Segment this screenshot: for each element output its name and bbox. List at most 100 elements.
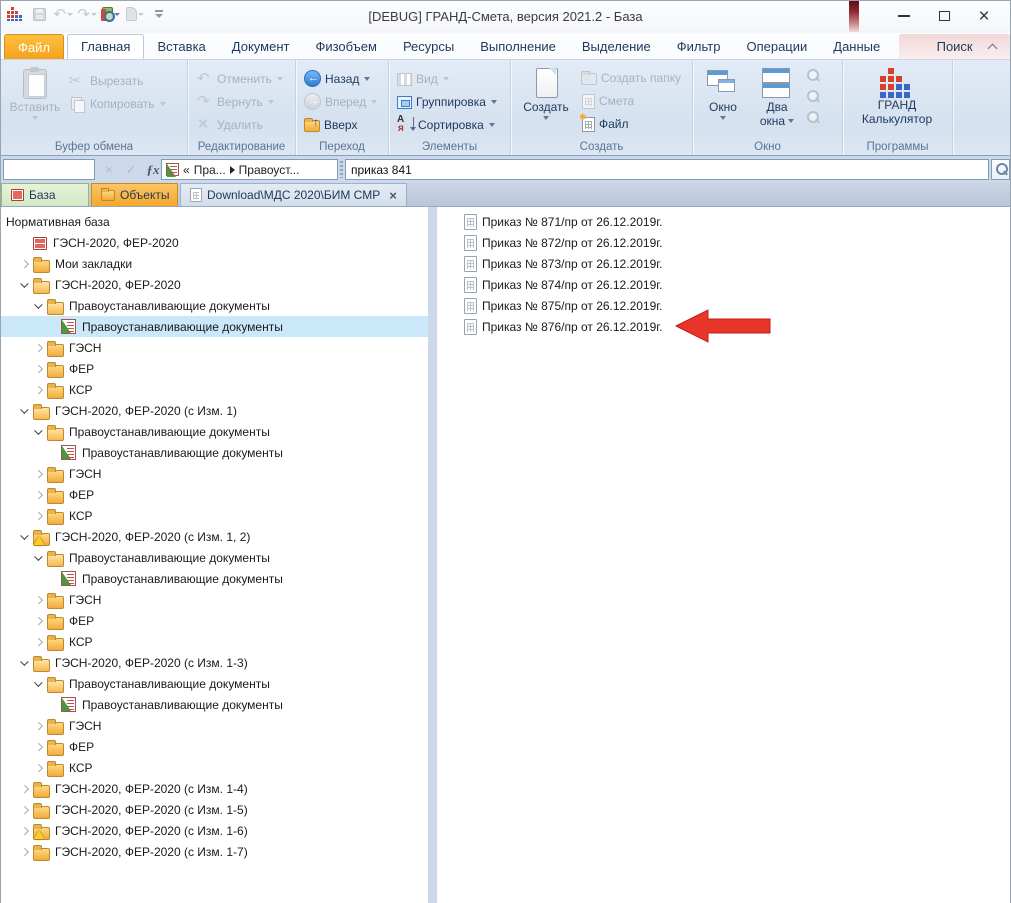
tree-item[interactable]: ФЕР [1, 610, 428, 631]
chevron-right-icon[interactable] [33, 384, 44, 395]
function-icon[interactable]: ƒx [143, 159, 163, 180]
accept-entry-icon[interactable]: ✓ [121, 159, 141, 180]
tree-item[interactable]: Мои закладки [1, 253, 428, 274]
search-input[interactable]: приказ 841 [345, 159, 989, 180]
tree-item[interactable]: КСР [1, 631, 428, 652]
ribbon-tab-Выделение[interactable]: Выделение [569, 34, 664, 59]
copy-button[interactable]: Копировать [65, 92, 170, 115]
chevron-right-icon[interactable] [33, 594, 44, 605]
chevron-right-icon[interactable] [33, 720, 44, 731]
chevron-down-icon[interactable] [19, 279, 30, 290]
tree-item[interactable]: ГЭСН-2020, ФЕР-2020 (с Изм. 1-7) [1, 841, 428, 862]
chevron-down-icon[interactable] [33, 426, 44, 437]
tree-item[interactable]: ФЕР [1, 358, 428, 379]
ribbon-tab-Фильтр[interactable]: Фильтр [664, 34, 734, 59]
breadcrumb[interactable]: « Пра... Правоуст... [161, 159, 338, 180]
list-item[interactable]: Приказ № 872/пр от 26.12.2019г. [437, 232, 1010, 253]
grouping-button[interactable]: Группировка [393, 90, 507, 113]
up-button[interactable]: Вверх [300, 113, 385, 136]
tree-item[interactable]: Правоустанавливающие документы [1, 673, 428, 694]
chevron-down-icon[interactable] [33, 552, 44, 563]
tree-item[interactable]: ФЕР [1, 736, 428, 757]
search-button[interactable] [991, 159, 1010, 180]
chevron-right-icon[interactable] [33, 762, 44, 773]
chevron-right-icon[interactable] [33, 636, 44, 647]
minimize-button[interactable] [884, 3, 924, 29]
ribbon-tab-Выполнение[interactable]: Выполнение [467, 34, 569, 59]
cancel-entry-icon[interactable]: × [99, 159, 119, 180]
close-tab-icon[interactable]: × [389, 188, 397, 203]
doc-tab-document[interactable]: Download\МДС 2020\БИМ СМР × [180, 183, 407, 206]
zoom-tool-icon[interactable] [805, 68, 820, 83]
chevron-right-icon[interactable] [19, 825, 30, 836]
breadcrumb-current[interactable]: Правоуст... [239, 163, 300, 177]
chevron-right-icon[interactable] [33, 741, 44, 752]
tree-item[interactable]: ГЭСН-2020, ФЕР-2020 (с Изм. 1, 2) [1, 526, 428, 547]
ribbon-tab-Данные[interactable]: Данные [820, 34, 893, 59]
collapse-ribbon-icon[interactable] [986, 41, 1000, 53]
tree-item[interactable]: ГЭСН-2020, ФЕР-2020 (с Изм. 1) [1, 400, 428, 421]
tree-item[interactable]: ГЭСН-2020, ФЕР-2020 [1, 274, 428, 295]
ribbon-tab-Физобъем[interactable]: Физобъем [302, 34, 390, 59]
breadcrumb-prev[interactable]: Пра... [194, 163, 226, 177]
panel-splitter[interactable] [428, 207, 437, 903]
delete-button[interactable]: Удалить [192, 113, 292, 136]
window-button[interactable]: Окно [697, 63, 749, 139]
tree-item[interactable]: ГЭСН-2020, ФЕР-2020 (с Изм. 1-6) [1, 820, 428, 841]
zoom-tool-icon[interactable] [805, 89, 820, 104]
doc-tab-objects[interactable]: Объекты [91, 183, 178, 206]
tree-item[interactable]: Правоустанавливающие документы [1, 295, 428, 316]
redo-button[interactable]: Вернуть [192, 90, 292, 113]
estimate-button[interactable]: Смета [577, 89, 685, 112]
tree-root-label[interactable]: Нормативная база [1, 211, 428, 232]
undo-button[interactable]: Отменить [192, 67, 292, 90]
list-item[interactable]: Приказ № 873/пр от 26.12.2019г. [437, 253, 1010, 274]
file-button[interactable]: Файл [577, 112, 685, 135]
chevron-right-icon[interactable] [33, 510, 44, 521]
sorting-button[interactable]: Сортировка [393, 113, 507, 136]
forward-button[interactable]: Вперед [300, 90, 385, 113]
chevron-down-icon[interactable] [33, 300, 44, 311]
chevron-down-icon[interactable] [19, 405, 30, 416]
tree-item[interactable]: Правоустанавливающие документы [1, 568, 428, 589]
ribbon-tab-Главная[interactable]: Главная [66, 34, 145, 59]
tree-item[interactable]: КСР [1, 379, 428, 400]
list-item[interactable]: Приказ № 871/пр от 26.12.2019г. [437, 211, 1010, 232]
view-button[interactable]: Вид [393, 67, 507, 90]
paste-button[interactable]: Вставить [5, 63, 65, 139]
list-item[interactable]: Приказ № 874/пр от 26.12.2019г. [437, 274, 1010, 295]
tree-item[interactable]: Правоустанавливающие документы [1, 694, 428, 715]
chevron-right-icon[interactable] [33, 615, 44, 626]
tree-item[interactable]: ГЭСН [1, 463, 428, 484]
tree-item[interactable]: Правоустанавливающие документы [1, 547, 428, 568]
chevron-right-icon[interactable] [19, 804, 30, 815]
maximize-button[interactable] [924, 3, 964, 29]
tree-item[interactable]: ГЭСН-2020, ФЕР-2020 (с Изм. 1-4) [1, 778, 428, 799]
create-button[interactable]: Создать [515, 63, 577, 139]
splitter-handle[interactable] [340, 161, 343, 178]
zoom-tool-icon[interactable] [805, 110, 820, 125]
cut-button[interactable]: Вырезать [65, 69, 170, 92]
chevron-right-icon[interactable] [33, 363, 44, 374]
chevron-right-icon[interactable] [19, 783, 30, 794]
tree-item[interactable]: ФЕР [1, 484, 428, 505]
chevron-right-icon[interactable] [33, 342, 44, 353]
tree-item[interactable]: ГЭСН [1, 589, 428, 610]
name-box-input[interactable] [3, 159, 95, 180]
create-folder-button[interactable]: Создать папку [577, 66, 685, 89]
two-windows-button[interactable]: Два окна [749, 63, 805, 139]
ribbon-tab-Операции[interactable]: Операции [733, 34, 820, 59]
chevron-right-icon[interactable] [33, 489, 44, 500]
chevron-right-icon[interactable] [19, 846, 30, 857]
grand-calculator-button[interactable]: ГРАНД Калькулятор [847, 63, 947, 126]
tree-item[interactable]: Правоустанавливающие документы [1, 421, 428, 442]
tree-item[interactable]: Правоустанавливающие документы [1, 442, 428, 463]
tree-item[interactable]: Правоустанавливающие документы [1, 316, 428, 337]
tree-item[interactable]: ГЭСН [1, 715, 428, 736]
tree-item[interactable]: ГЭСН-2020, ФЕР-2020 (с Изм. 1-5) [1, 799, 428, 820]
tree-item[interactable]: ГЭСН-2020, ФЕР-2020 [1, 232, 428, 253]
tree-item[interactable]: ГЭСН [1, 337, 428, 358]
breadcrumb-overflow[interactable]: « [183, 163, 190, 177]
doc-tab-base[interactable]: База [1, 183, 89, 206]
chevron-right-icon[interactable] [33, 468, 44, 479]
